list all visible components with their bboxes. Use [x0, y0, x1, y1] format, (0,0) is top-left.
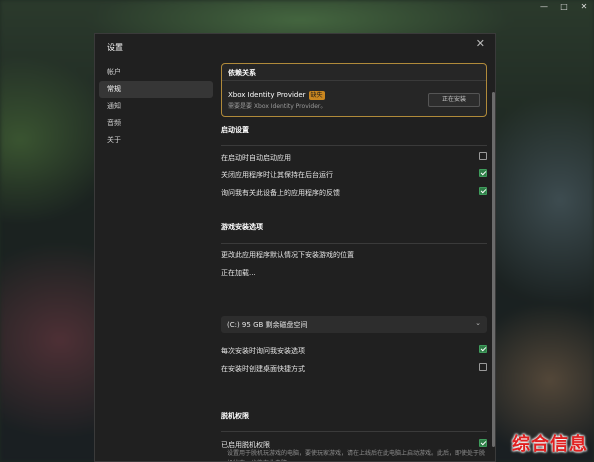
loading-text: 正在加载... — [221, 269, 256, 277]
nav-item-account[interactable]: 帐户 — [99, 64, 213, 81]
installing-button[interactable]: 正在安装 — [428, 93, 480, 107]
setting-row[interactable]: 关闭应用程序时让其保持在后台运行 — [221, 168, 487, 182]
startup-heading: 启动设置 — [221, 126, 249, 134]
setting-label: 关闭应用程序时让其保持在后台运行 — [221, 171, 333, 179]
dependency-title: 依赖关系 — [228, 69, 256, 77]
divider — [221, 243, 487, 244]
checkbox-keep-background[interactable] — [479, 169, 487, 177]
close-icon[interactable]: ✕ — [476, 37, 485, 50]
nav-item-notifications[interactable]: 通知 — [99, 98, 213, 115]
install-location-label: 更改此应用程序默认情况下安装游戏的位置 — [221, 251, 354, 259]
window-controls: — □ ✕ — [534, 0, 594, 14]
chevron-down-icon: ⌄ — [475, 319, 481, 327]
setting-row[interactable]: 在安装时创建桌面快捷方式 — [221, 362, 487, 376]
settings-content: 依赖关系 Xbox Identity Provider 缺失 需要是要 Xbox … — [221, 63, 489, 461]
offline-heading: 脱机权限 — [221, 412, 249, 420]
dialog-title: 设置 — [107, 43, 123, 52]
setting-label: 每次安装时询问我安装选项 — [221, 347, 305, 355]
dependency-subtitle: 需要是要 Xbox Identity Provider。 — [228, 103, 327, 110]
setting-label: 在安装时创建桌面快捷方式 — [221, 365, 305, 373]
checkbox-desktop-shortcut[interactable] — [479, 363, 487, 371]
setting-row[interactable]: 每次安装时询问我安装选项 — [221, 344, 487, 358]
setting-row[interactable]: 询问我有关此设备上的应用程序的反馈 — [221, 186, 487, 200]
nav-item-audio[interactable]: 音频 — [99, 115, 213, 132]
drive-select[interactable]: (C:) 95 GB 剩余磁盘空间 ⌄ — [221, 316, 487, 333]
close-window-button[interactable]: ✕ — [574, 0, 594, 14]
checkbox-auto-start[interactable] — [479, 152, 487, 160]
drive-select-value: (C:) 95 GB 剩余磁盘空间 — [227, 321, 308, 329]
checkbox-ask-feedback[interactable] — [479, 187, 487, 195]
nav-item-general[interactable]: 常规 — [99, 81, 213, 98]
divider — [221, 145, 487, 146]
setting-label: 询问我有关此设备上的应用程序的反馈 — [221, 189, 340, 197]
dependency-name-text: Xbox Identity Provider — [228, 91, 306, 99]
game-install-heading: 游戏安装选项 — [221, 223, 263, 231]
dependency-card: 依赖关系 Xbox Identity Provider 缺失 需要是要 Xbox … — [221, 63, 487, 117]
nav-item-about[interactable]: 关于 — [99, 132, 213, 149]
setting-label: 在启动时自动启动应用 — [221, 154, 291, 162]
watermark-logo: 综合信息 — [512, 434, 588, 455]
checkbox-ask-install-options[interactable] — [479, 345, 487, 353]
divider — [222, 80, 486, 81]
maximize-button[interactable]: □ — [554, 0, 574, 14]
minimize-button[interactable]: — — [534, 0, 554, 14]
scrollbar[interactable] — [492, 92, 495, 447]
checkbox-offline-permissions[interactable] — [479, 439, 487, 447]
setting-row[interactable]: 在启动时自动启动应用 — [221, 151, 487, 165]
divider — [221, 431, 487, 432]
settings-dialog: 设置 ✕ 帐户 常规 通知 音频 关于 依赖关系 Xbox Identity P… — [94, 33, 496, 462]
offline-description: 设置用于脱机玩游戏的电脑，要使玩家游戏，请在上线后在此电脑上启动游戏。此后，即使… — [227, 450, 486, 461]
settings-nav: 帐户 常规 通知 音频 关于 — [99, 64, 213, 149]
missing-badge: 缺失 — [308, 91, 325, 100]
dependency-name: Xbox Identity Provider 缺失 — [228, 91, 325, 100]
